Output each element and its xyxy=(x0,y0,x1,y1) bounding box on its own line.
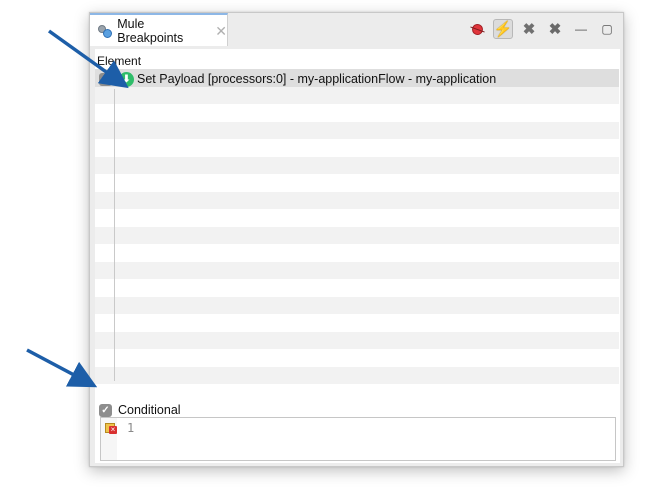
tree-guide-line xyxy=(114,89,115,381)
table-row-empty xyxy=(95,366,619,384)
lightning-bolt-icon: ⚡ xyxy=(493,21,513,38)
conditional-label: Conditional xyxy=(118,403,181,417)
line-number: 1 xyxy=(127,421,135,435)
table-row-empty xyxy=(95,174,619,192)
table-row-empty xyxy=(95,279,619,297)
table-row-empty xyxy=(95,104,619,122)
editor-gutter xyxy=(101,418,117,460)
table-row-empty xyxy=(95,121,619,139)
table-row-empty xyxy=(95,191,619,209)
breakpoints-view-icon xyxy=(98,24,113,38)
table-row-empty xyxy=(95,349,619,367)
set-payload-icon: ⬇ xyxy=(119,71,134,87)
table-row-empty xyxy=(95,296,619,314)
table-row-empty xyxy=(95,331,619,349)
remove-icon: ✖ xyxy=(548,21,562,38)
table-row-empty xyxy=(95,86,619,104)
breakpoint-enabled-checkbox[interactable]: ✓ xyxy=(99,72,112,86)
breakpoint-table xyxy=(95,69,619,384)
table-row-empty xyxy=(95,139,619,157)
condition-editor[interactable]: 1 xyxy=(100,417,616,461)
minimize-button[interactable]: — xyxy=(571,19,591,39)
remove-all-button[interactable]: ✖ xyxy=(519,19,539,39)
breakpoint-button[interactable] xyxy=(467,19,487,39)
maximize-button[interactable]: ▢ xyxy=(597,19,617,39)
tab-bar: Mule Breakpoints ✕ ⚡ ✖ ✖ — ▢ xyxy=(90,13,623,47)
view-toolbar: ⚡ ✖ ✖ — ▢ xyxy=(467,18,617,40)
column-header-element[interactable]: Element xyxy=(97,54,141,68)
annotation-arrow-conditional xyxy=(26,348,98,388)
breakpoints-content: Element ✓ ⬇ Set Payload [processors:0] -… xyxy=(95,49,620,463)
table-row-empty xyxy=(95,209,619,227)
table-row-empty xyxy=(95,226,619,244)
tab-title: Mule Breakpoints xyxy=(117,16,184,45)
table-row-empty xyxy=(95,156,619,174)
table-row[interactable]: ✓ ⬇ Set Payload [processors:0] - my-appl… xyxy=(99,71,496,87)
minimize-icon: — xyxy=(575,22,587,36)
table-row-empty xyxy=(95,244,619,262)
conditional-row: ✓ Conditional xyxy=(99,403,181,417)
remove-button[interactable]: ✖ xyxy=(545,19,565,39)
conditional-checkbox[interactable]: ✓ xyxy=(99,403,112,417)
table-row-empty xyxy=(95,314,619,332)
close-icon[interactable]: ✕ xyxy=(215,24,227,38)
maximize-icon: ▢ xyxy=(601,22,613,36)
error-marker-icon xyxy=(105,423,117,434)
breakpoint-label: Set Payload [processors:0] - my-applicat… xyxy=(137,72,497,86)
tab-mule-breakpoints[interactable]: Mule Breakpoints ✕ xyxy=(90,13,228,46)
table-row-empty xyxy=(95,261,619,279)
lightning-bolt-button[interactable]: ⚡ xyxy=(493,19,513,39)
mule-breakpoints-view: Mule Breakpoints ✕ ⚡ ✖ ✖ — ▢ Element ✓ ⬇… xyxy=(89,12,624,467)
breakpoint-icon xyxy=(469,21,485,37)
remove-all-icon: ✖ xyxy=(522,21,536,38)
